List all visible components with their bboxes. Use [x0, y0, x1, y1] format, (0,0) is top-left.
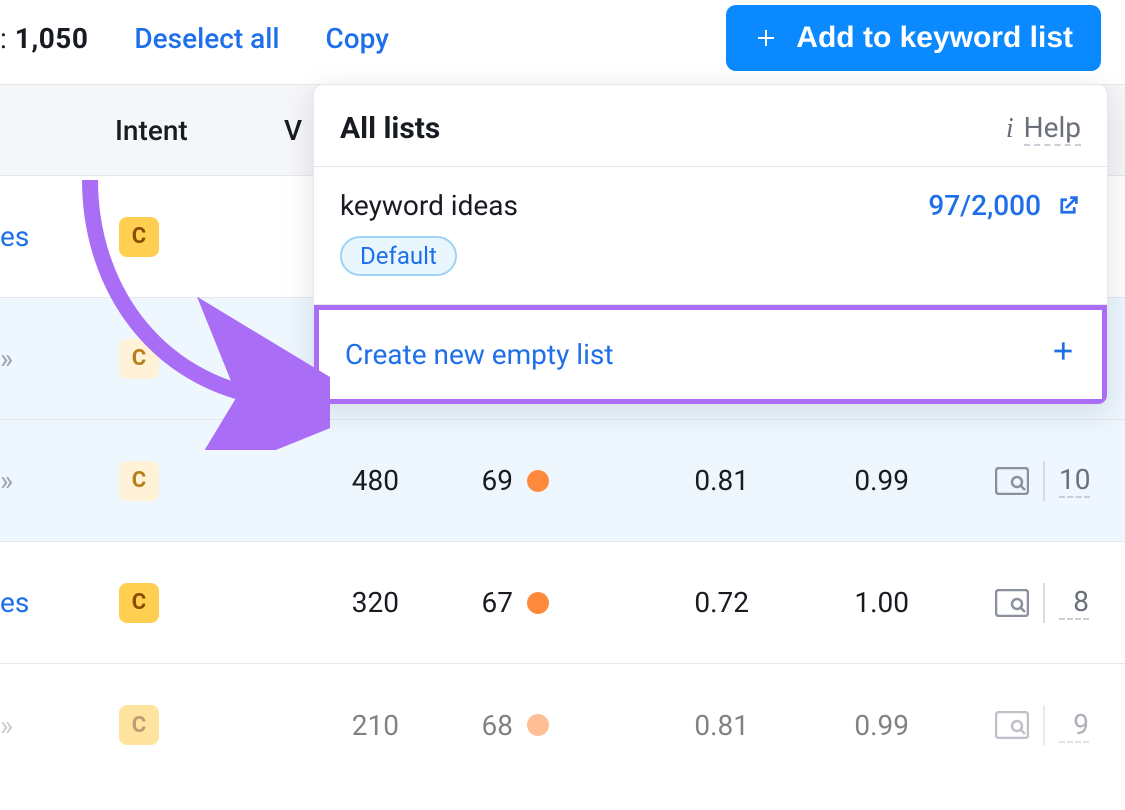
intent-badge: C — [119, 583, 159, 623]
intent-badge: C — [119, 217, 159, 257]
serp-icon-button[interactable] — [909, 467, 1029, 495]
divider — [1043, 583, 1045, 623]
results-count[interactable]: 10 — [1059, 463, 1090, 498]
competition-cell: 1.00 — [749, 586, 909, 619]
difficulty-dot-icon — [527, 470, 549, 492]
cpc-cell: 0.81 — [549, 464, 749, 497]
default-badge: Default — [340, 236, 457, 276]
serp-preview-icon — [995, 467, 1029, 495]
kd-cell: 69 — [399, 464, 549, 497]
table-row[interactable]: es C 320 67 0.72 1.00 8 — [0, 542, 1125, 664]
cpc-cell: 0.72 — [549, 586, 749, 619]
intent-badge: C — [119, 339, 159, 379]
keyword-fragment[interactable]: es — [0, 220, 29, 253]
volume-cell: 480 — [159, 464, 399, 497]
create-new-list-button[interactable]: Create new empty list — [314, 305, 1107, 404]
column-volume-partial[interactable]: V — [284, 114, 302, 147]
column-intent[interactable]: Intent — [115, 114, 230, 147]
intent-badge: C — [119, 461, 159, 501]
list-count-link[interactable]: 97/2,000 — [928, 189, 1081, 222]
expand-chevron-icon[interactable]: » — [0, 342, 13, 375]
results-count[interactable]: 8 — [1059, 585, 1089, 620]
serp-icon-button[interactable] — [909, 711, 1029, 739]
serp-icon-button[interactable] — [909, 589, 1029, 617]
copy-link[interactable]: Copy — [326, 22, 389, 55]
intent-badge: C — [119, 705, 159, 745]
competition-cell: 0.99 — [749, 464, 909, 497]
help-link[interactable]: i Help — [1006, 111, 1081, 146]
difficulty-dot-icon — [527, 714, 549, 736]
dropdown-title: All lists — [340, 111, 440, 146]
serp-preview-icon — [995, 711, 1029, 739]
cpc-cell: 0.81 — [549, 709, 749, 742]
kd-cell: 68 — [399, 709, 549, 742]
plus-icon — [754, 26, 778, 50]
serp-preview-icon — [995, 589, 1029, 617]
volume-cell: 320 — [159, 586, 399, 619]
table-row[interactable]: » C 210 68 0.81 0.99 9 — [0, 664, 1125, 786]
toolbar: : 1,050 Deselect all Copy Add to keyword… — [0, 0, 1125, 84]
selected-count: : 1,050 — [0, 22, 88, 55]
difficulty-dot-icon — [527, 592, 549, 614]
external-link-icon — [1055, 193, 1081, 219]
deselect-all-link[interactable]: Deselect all — [134, 22, 279, 55]
list-name: keyword ideas — [340, 189, 518, 222]
info-icon: i — [1006, 113, 1014, 145]
expand-chevron-icon[interactable]: » — [0, 464, 13, 497]
add-to-keyword-list-button[interactable]: Add to keyword list — [726, 5, 1101, 71]
divider — [1043, 705, 1045, 745]
kd-cell: 67 — [399, 586, 549, 619]
table-row[interactable]: » C 480 69 0.81 0.99 10 — [0, 420, 1125, 542]
competition-cell: 0.99 — [749, 709, 909, 742]
plus-icon — [1050, 338, 1076, 371]
results-count[interactable]: 9 — [1059, 708, 1089, 743]
keyword-fragment[interactable]: es — [0, 586, 29, 619]
keyword-list-item[interactable]: keyword ideas 97/2,000 Default — [314, 167, 1107, 305]
divider — [1043, 461, 1045, 501]
expand-chevron-icon[interactable]: » — [0, 709, 13, 742]
keyword-list-dropdown: All lists i Help keyword ideas 97/2,000 … — [313, 84, 1108, 405]
volume-cell: 210 — [159, 709, 399, 742]
